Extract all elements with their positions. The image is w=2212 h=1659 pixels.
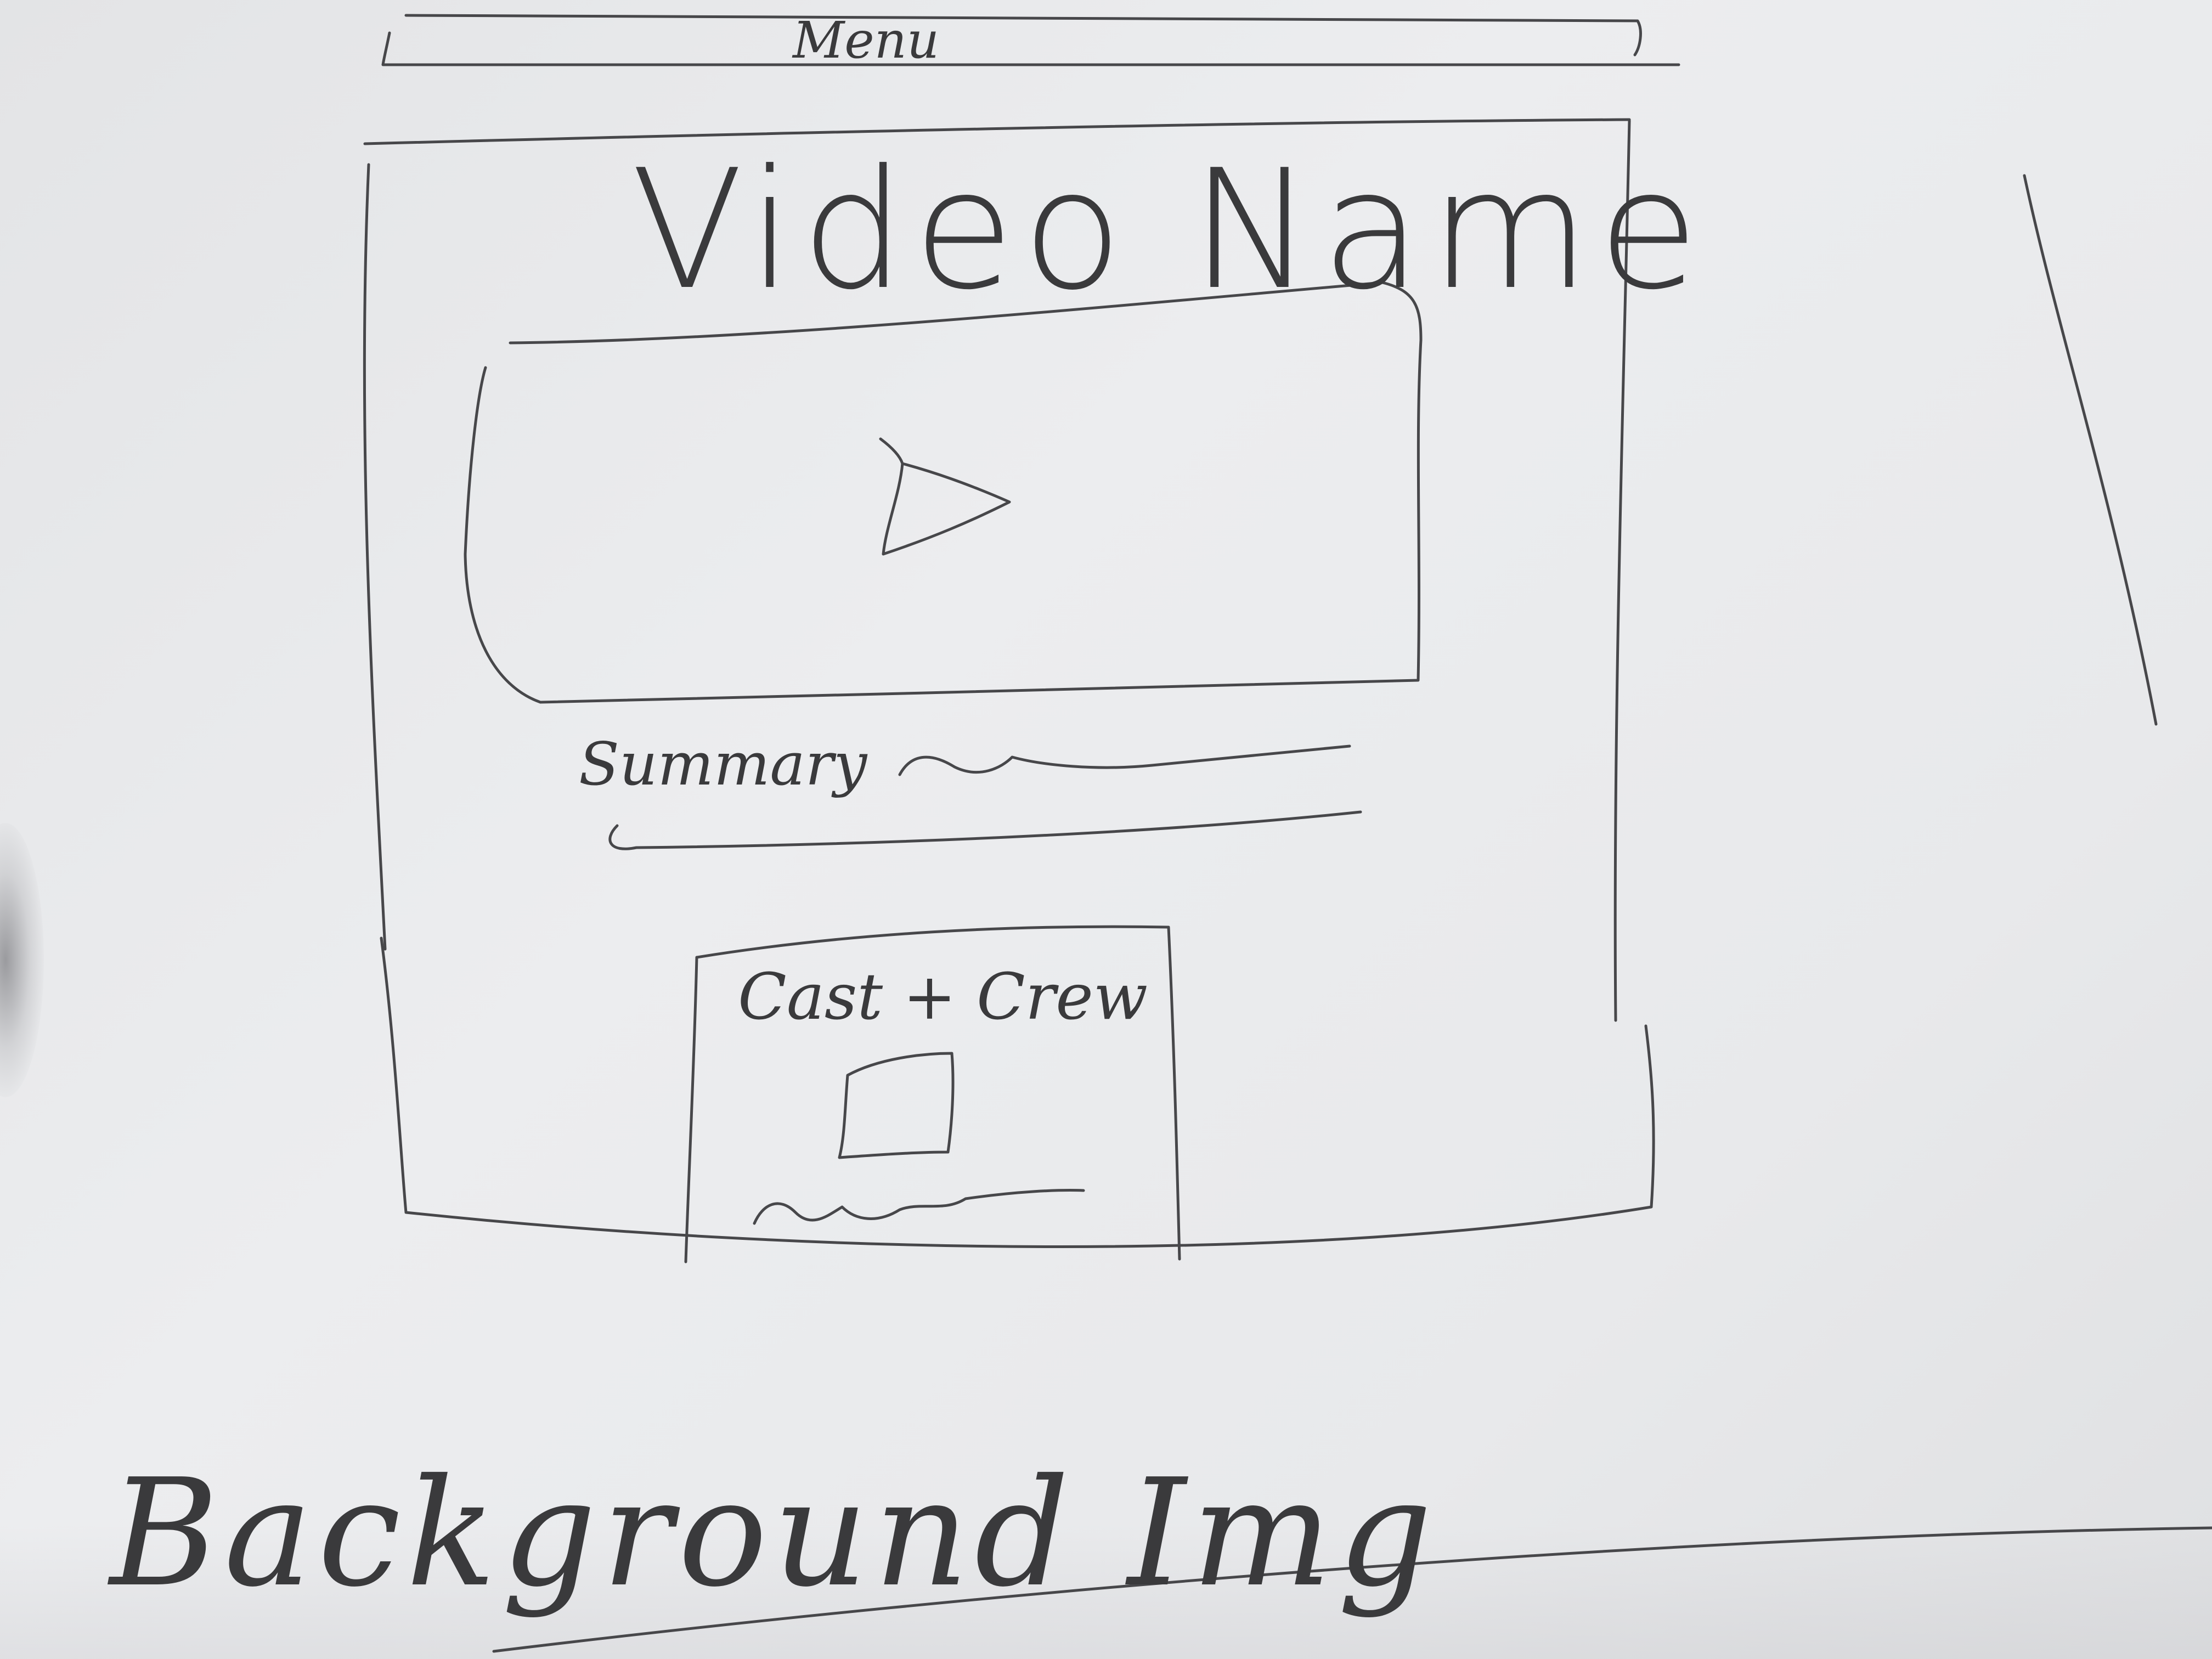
summary-label: Summary	[579, 730, 867, 799]
page-edge-line	[2023, 174, 2158, 726]
cast-name-line	[753, 1189, 1085, 1225]
play-icon[interactable]	[879, 437, 1011, 556]
menu-label: Menu	[793, 11, 940, 70]
paper-sketch: Menu Video Name Summary Cast + Crew Back…	[0, 0, 2212, 1659]
cast-crew-label: Cast + Crew	[738, 960, 1148, 1034]
video-player[interactable]	[464, 281, 1423, 704]
video-title: Video Name	[631, 134, 1707, 326]
menu-bar[interactable]	[381, 14, 1680, 66]
background-image-label: Background Img	[110, 1447, 1438, 1620]
image-placeholder-icon	[838, 1052, 955, 1159]
